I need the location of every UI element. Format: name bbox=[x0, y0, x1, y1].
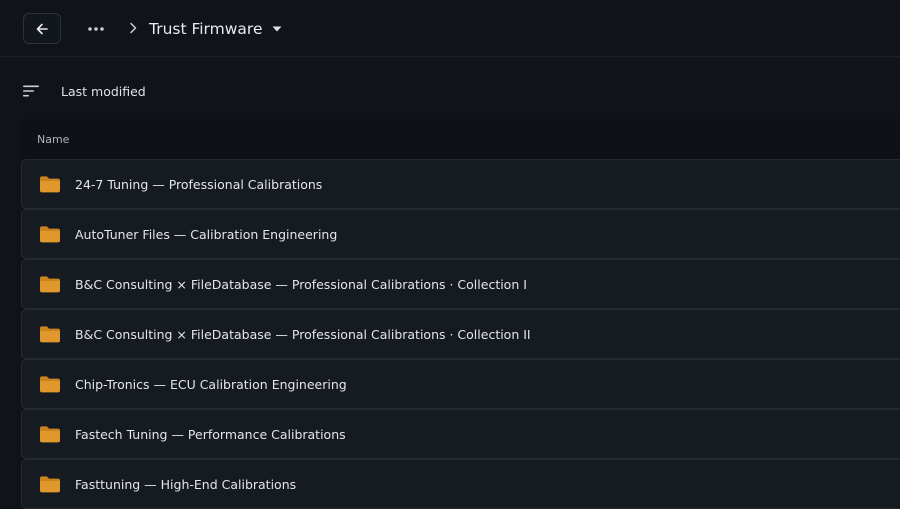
folder-icon bbox=[39, 475, 61, 493]
arrow-left-icon bbox=[36, 23, 48, 34]
sort-button[interactable]: Last modified bbox=[23, 76, 146, 106]
folder-name: Fasttuning — High-End Calibrations bbox=[75, 476, 297, 492]
more-options-button[interactable] bbox=[84, 17, 108, 41]
breadcrumb-current-label: Trust Firmware bbox=[149, 20, 263, 38]
sort-icon bbox=[23, 82, 41, 100]
more-horizontal-icon bbox=[88, 27, 104, 31]
folder-name: B&C Consulting × FileDatabase — Professi… bbox=[75, 326, 531, 342]
top-bar: Trust Firmware bbox=[0, 0, 900, 57]
breadcrumb-current[interactable]: Trust Firmware bbox=[149, 17, 283, 41]
sort-label: Last modified bbox=[61, 83, 146, 99]
folder-icon bbox=[39, 275, 61, 293]
folder-list: 24-7 Tuning — Professional Calibrations A… bbox=[21, 159, 900, 509]
breadcrumb-separator bbox=[125, 20, 141, 36]
folder-icon bbox=[39, 175, 61, 193]
folder-row[interactable]: Chip-Tronics — ECU Calibration Engineeri… bbox=[21, 359, 900, 409]
folder-name: AutoTuner Files — Calibration Engineerin… bbox=[75, 226, 338, 242]
folder-row[interactable]: Fasttuning — High-End Calibrations bbox=[21, 459, 900, 509]
folder-icon bbox=[39, 425, 61, 443]
folder-row[interactable]: AutoTuner Files — Calibration Engineerin… bbox=[21, 209, 900, 259]
caret-down-icon bbox=[271, 25, 283, 33]
chevron-right-icon bbox=[130, 22, 137, 34]
folder-row[interactable]: 24-7 Tuning — Professional Calibrations bbox=[21, 159, 900, 209]
folder-icon bbox=[39, 225, 61, 243]
folder-name: B&C Consulting × FileDatabase — Professi… bbox=[75, 276, 527, 292]
folder-name: 24-7 Tuning — Professional Calibrations bbox=[75, 176, 323, 192]
column-header-name[interactable]: Name bbox=[21, 119, 900, 159]
folder-row[interactable]: Fastech Tuning — Performance Calibration… bbox=[21, 409, 900, 459]
folder-icon bbox=[39, 325, 61, 343]
folder-row[interactable]: B&C Consulting × FileDatabase — Professi… bbox=[21, 309, 900, 359]
back-button[interactable] bbox=[23, 13, 61, 44]
folder-name: Chip-Tronics — ECU Calibration Engineeri… bbox=[75, 376, 347, 392]
folder-name: Fastech Tuning — Performance Calibration… bbox=[75, 426, 346, 442]
folder-icon bbox=[39, 375, 61, 393]
column-header-label: Name bbox=[37, 132, 70, 146]
folder-row[interactable]: B&C Consulting × FileDatabase — Professi… bbox=[21, 259, 900, 309]
